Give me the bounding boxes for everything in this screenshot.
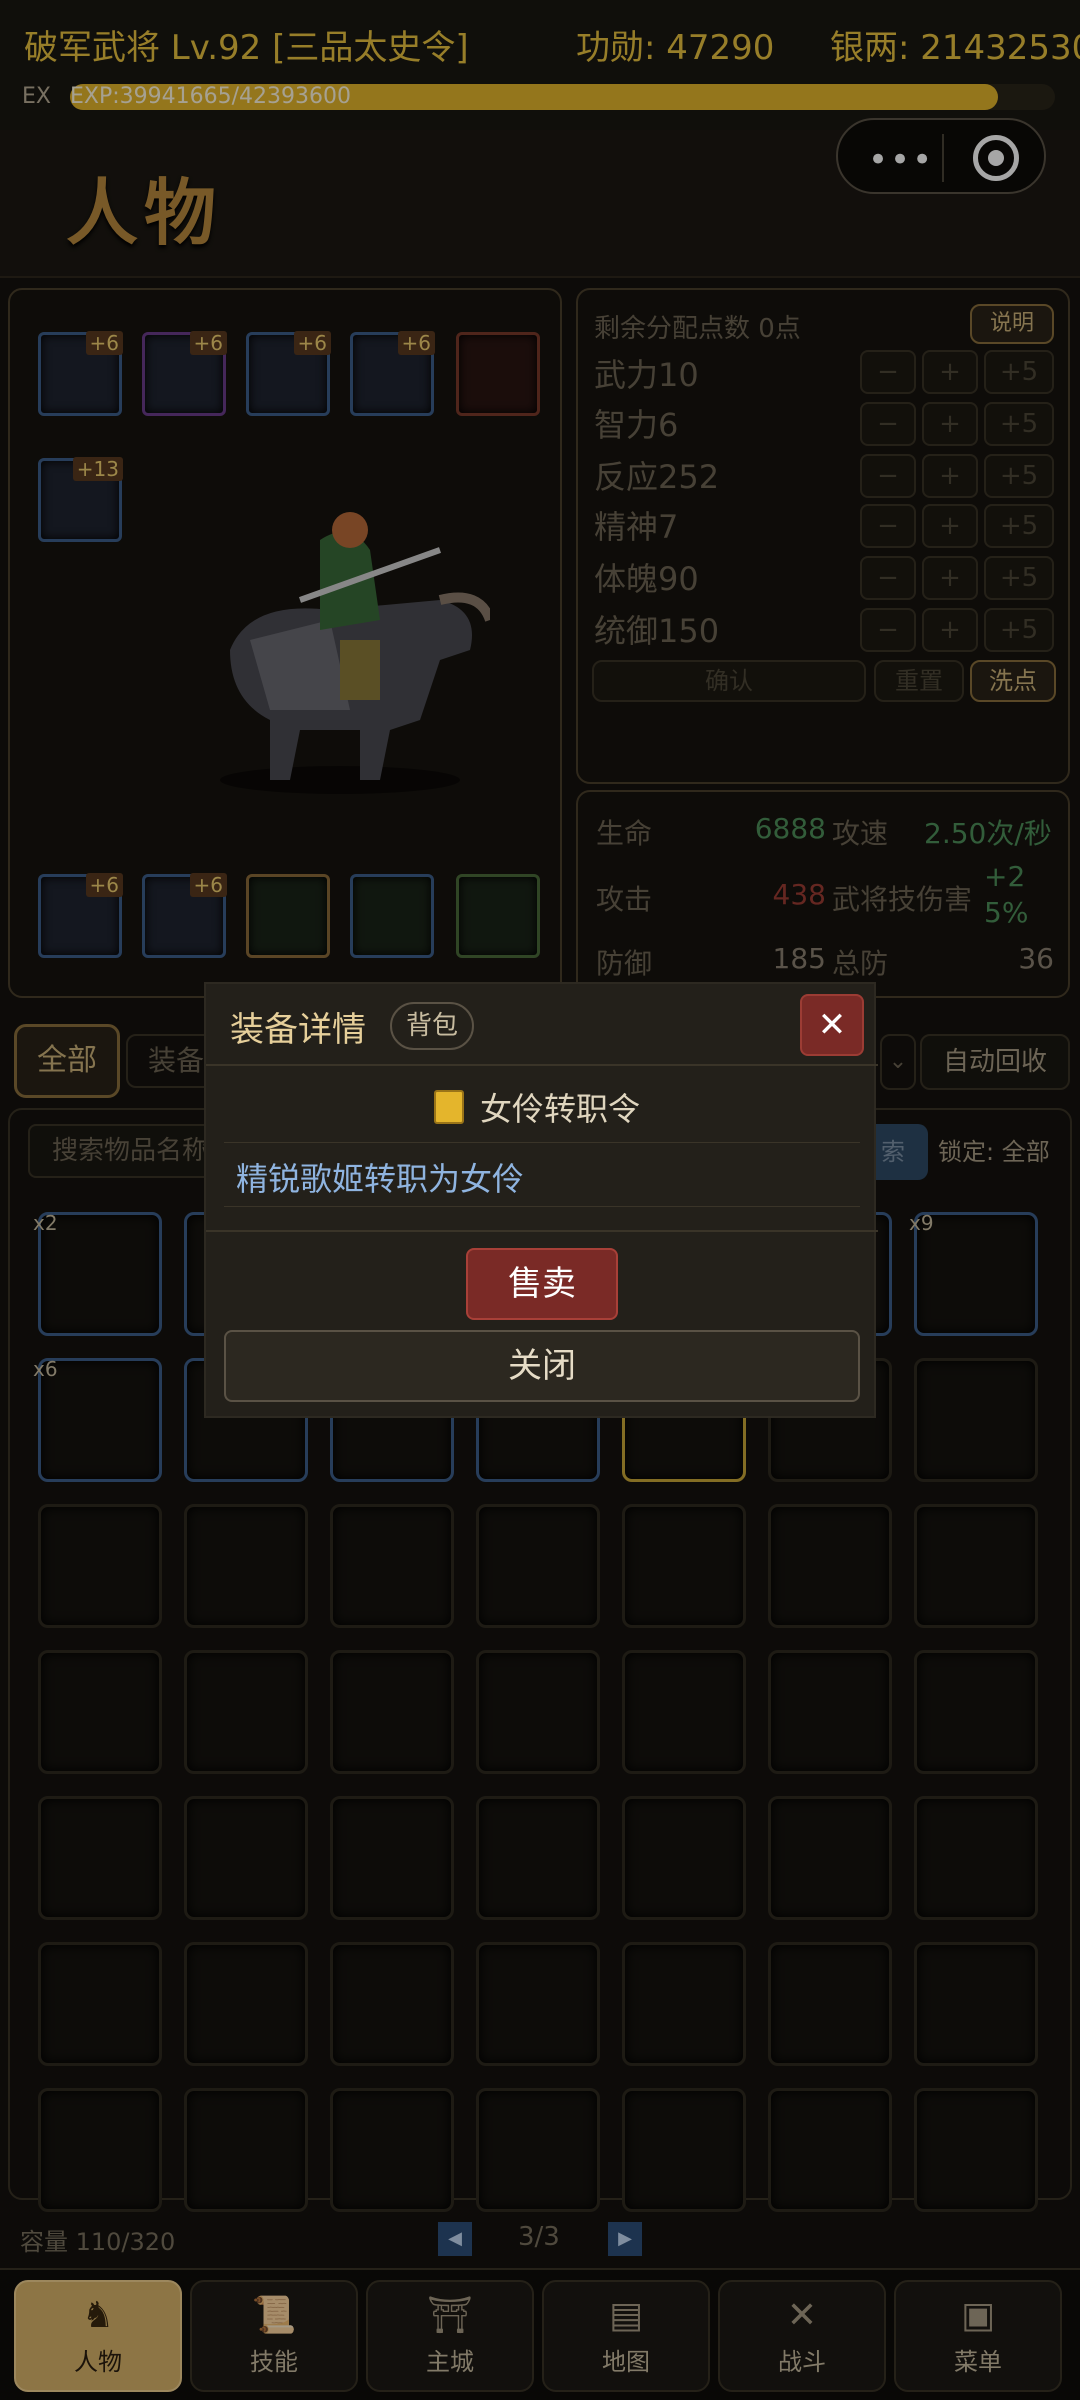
item-detail-dialog: 装备详情 背包 ✕ 女伶转职令 精锐歌姬转职为女伶 售卖 关闭 bbox=[204, 982, 878, 1418]
location-tag: 背包 bbox=[390, 1002, 474, 1050]
close-button[interactable]: 关闭 bbox=[224, 1330, 860, 1402]
item-name: 女伶转职令 bbox=[480, 1090, 641, 1128]
scroll-icon bbox=[434, 1090, 464, 1124]
dialog-title: 装备详情 bbox=[230, 1010, 366, 1050]
close-icon[interactable]: ✕ bbox=[800, 994, 864, 1056]
sell-button[interactable]: 售卖 bbox=[466, 1248, 618, 1320]
divider bbox=[206, 1064, 878, 1066]
divider bbox=[224, 1206, 860, 1207]
divider bbox=[206, 1230, 878, 1232]
divider bbox=[224, 1142, 860, 1143]
item-description: 精锐歌姬转职为女伶 bbox=[236, 1160, 525, 1198]
